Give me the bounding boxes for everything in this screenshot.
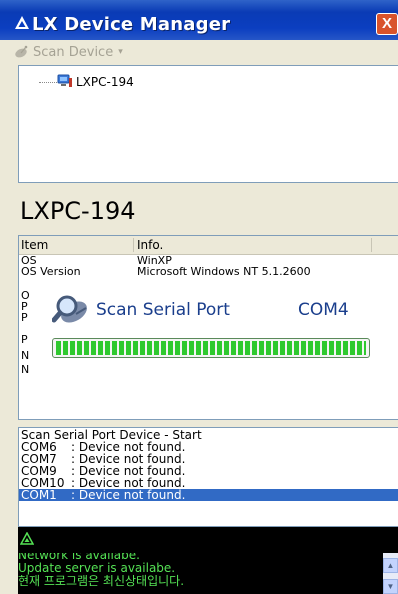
- info-item: P: [21, 333, 28, 346]
- scroll-up-button[interactable]: ▲: [383, 558, 398, 573]
- lx-logo-icon: [15, 16, 29, 29]
- scan-progress-dialog: Scan Serial Port COM4: [40, 278, 388, 378]
- scan-status-label: Scan Serial Port: [96, 300, 230, 320]
- toolbar: Scan Device ▾: [0, 40, 398, 64]
- scan-device-button[interactable]: Scan Device ▾: [14, 43, 123, 61]
- column-divider[interactable]: [371, 238, 372, 252]
- device-title: LXPC-194: [20, 197, 136, 225]
- column-divider[interactable]: [133, 238, 134, 252]
- close-button[interactable]: X: [376, 13, 398, 35]
- scan-log[interactable]: Scan Serial Port Device - Start COM6 : D…: [18, 427, 398, 527]
- log-message: : Device not found.: [71, 488, 186, 502]
- info-item: P: [21, 311, 28, 324]
- title-bar[interactable]: LX Device Manager X: [0, 0, 398, 40]
- status-line: Network is availabe.: [18, 553, 140, 562]
- scan-device-label: Scan Device: [33, 44, 114, 60]
- magnifier-satellite-icon: [52, 295, 87, 323]
- column-header-info[interactable]: Info.: [137, 238, 163, 252]
- info-list-header: Item Info.: [19, 236, 398, 255]
- info-row[interactable]: OS Version Microsoft Windows NT 5.1.2600: [19, 266, 398, 277]
- status-line: Update server is availabe.: [18, 561, 176, 575]
- window-title: LX Device Manager: [32, 14, 231, 35]
- info-item: N: [21, 349, 30, 362]
- status-line: 현재 프로그램은 최신상태입니다.: [18, 574, 185, 588]
- status-scrollbar[interactable]: ▲ ▼: [383, 553, 398, 594]
- tree-connector: [39, 82, 57, 83]
- computer-icon: [57, 74, 72, 87]
- info-item: N: [21, 363, 30, 376]
- scroll-down-button[interactable]: ▼: [383, 579, 398, 594]
- chevron-down-icon: ▾: [118, 47, 123, 57]
- column-header-item[interactable]: Item: [21, 238, 48, 252]
- info-item: OS Version: [21, 265, 81, 278]
- info-value: Microsoft Windows NT 5.1.2600: [137, 265, 311, 278]
- status-console-header: [18, 527, 398, 553]
- progress-fill: [56, 341, 366, 355]
- scan-current-port: COM4: [298, 300, 349, 320]
- log-port: COM1: [21, 488, 57, 502]
- tree-node-label: LXPC-194: [76, 74, 134, 89]
- tree-node-device[interactable]: LXPC-194: [57, 74, 134, 89]
- log-line-selected[interactable]: COM1 : Device not found.: [19, 489, 398, 501]
- lx-logo-icon: [20, 532, 34, 545]
- satellite-dish-icon: [15, 45, 28, 58]
- status-console: Network is availabe. Update server is av…: [18, 553, 398, 594]
- device-tree[interactable]: LXPC-194: [18, 65, 398, 183]
- scan-progress-bar: [52, 338, 370, 358]
- lx-device-manager-window: LX Device Manager X Scan Device ▾ LXPC-1…: [0, 0, 398, 594]
